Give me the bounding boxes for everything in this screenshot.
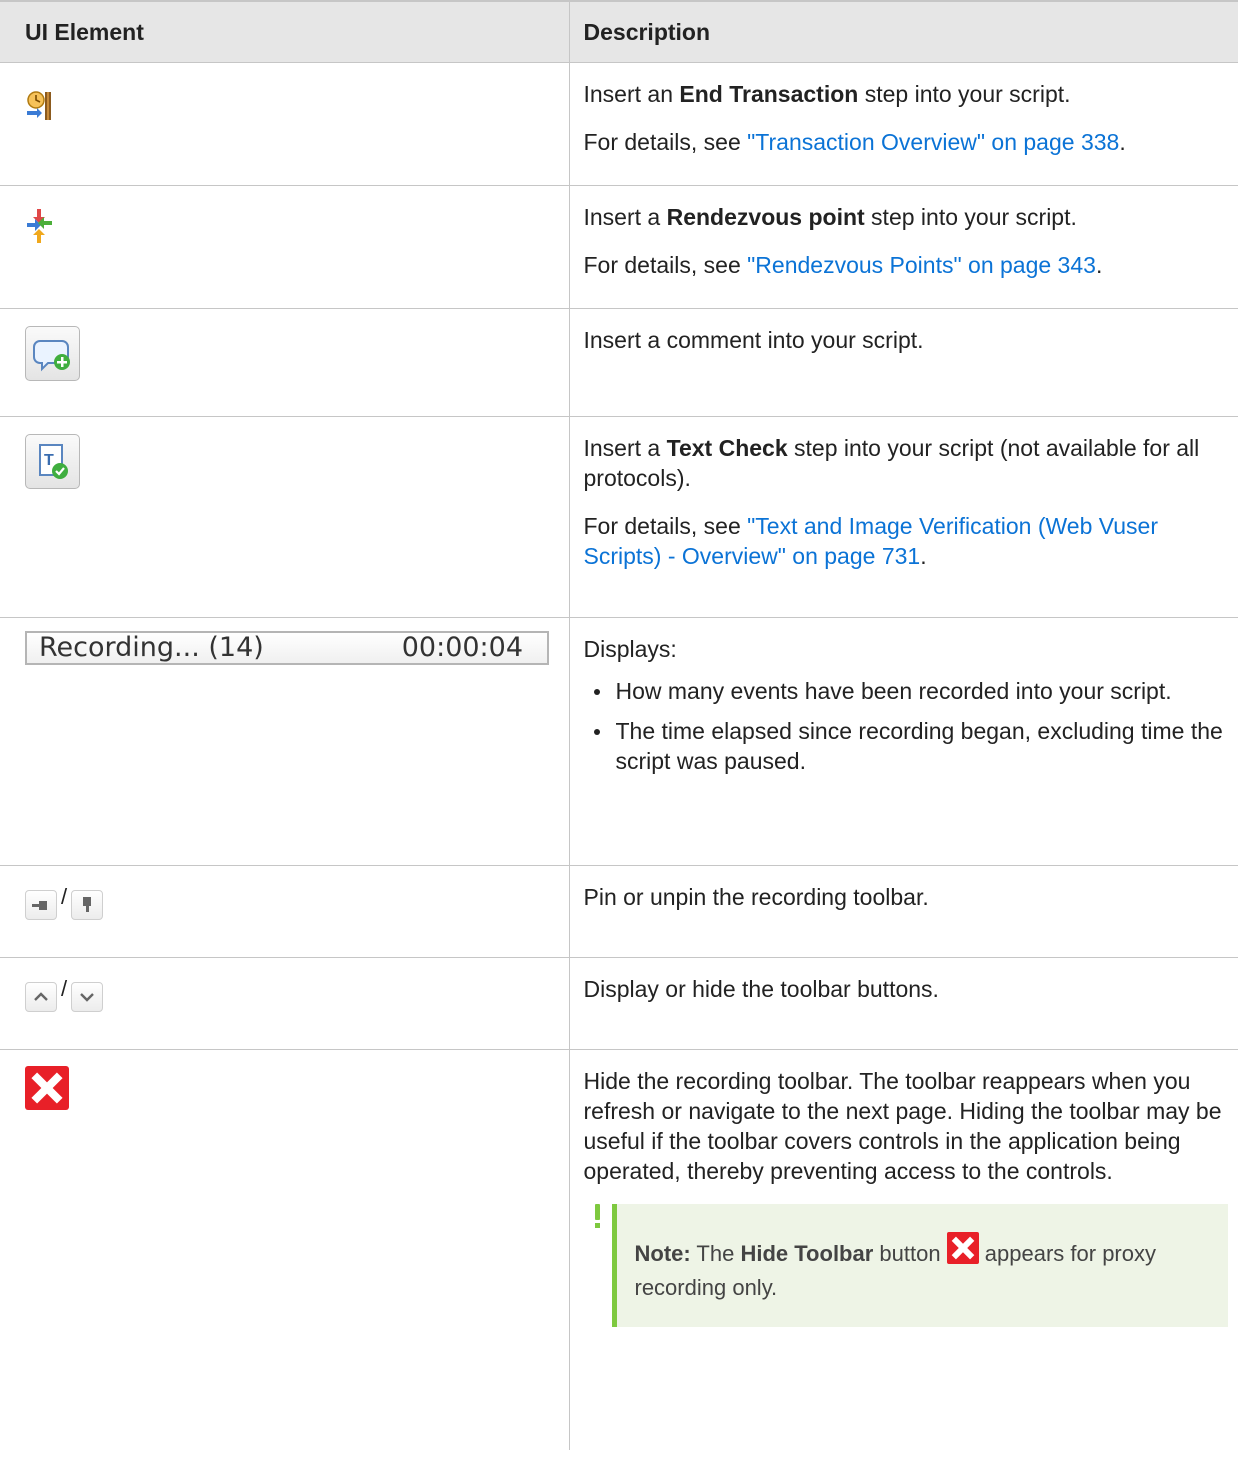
- description-cell: Insert a Text Check step into your scrip…: [568, 416, 1238, 618]
- desc-text: Insert a comment into your script.: [583, 327, 924, 353]
- svg-text:T: T: [44, 452, 54, 469]
- description-cell: Hide the recording toolbar. The toolbar …: [568, 1049, 1238, 1450]
- text-check-icon: T: [25, 434, 80, 489]
- table-row: Insert a comment into your script.: [0, 308, 1238, 417]
- note-bold: Hide Toolbar: [740, 1241, 874, 1266]
- ui-element-cell: [0, 62, 569, 186]
- ui-elements-table-wrapper: UI Element Description Insert an End Tra…: [0, 0, 1238, 1450]
- rendezvous-points-link[interactable]: "Rendezvous Points" on page 343: [747, 252, 1096, 278]
- recording-elapsed-time: 00:00:04: [401, 632, 523, 663]
- table-row: Hide the recording toolbar. The toolbar …: [0, 1049, 1238, 1450]
- note-exclamation-icon: [594, 1204, 600, 1228]
- close-icon: [25, 1066, 69, 1110]
- pin-icon: [25, 889, 57, 920]
- desc-text: Display or hide the toolbar buttons.: [583, 976, 939, 1002]
- ui-element-cell: [0, 1050, 569, 1450]
- recording-event-count: Recording... (14): [39, 632, 264, 663]
- note-box: Note: The Hide Toolbar button appears fo…: [570, 1204, 1228, 1327]
- desc-text: Insert a: [583, 435, 667, 461]
- table-header-row: UI Element Description: [0, 0, 1238, 63]
- table-row: Recording... (14) 00:00:04 Displays: How…: [0, 617, 1238, 866]
- desc-bold: Rendezvous point: [666, 204, 865, 230]
- desc-title: Displays:: [583, 636, 677, 662]
- recording-status-display: Recording... (14) 00:00:04: [25, 631, 549, 665]
- table-row: / Display or hide the toolbar buttons.: [0, 957, 1238, 1050]
- chevron-down-icon: [71, 981, 104, 1012]
- ui-element-cell: Recording... (14) 00:00:04: [0, 617, 569, 866]
- chevron-up-icon: [25, 981, 57, 1012]
- description-cell: Insert a comment into your script.: [568, 308, 1238, 417]
- details-prefix: For details, see: [583, 252, 748, 278]
- rendezvous-point-icon: [25, 207, 53, 252]
- note-text: The: [690, 1241, 741, 1266]
- table-row: Insert an End Transaction step into your…: [0, 62, 1238, 186]
- description-cell: Display or hide the toolbar buttons.: [568, 957, 1238, 1050]
- ui-elements-table: UI Element Description Insert an End Tra…: [0, 0, 1238, 1450]
- table-row: T Insert a Text Check step into your scr…: [0, 416, 1238, 618]
- separator: /: [61, 976, 68, 1001]
- end-transaction-icon: [25, 88, 53, 129]
- desc-text: step into your script.: [858, 81, 1071, 107]
- separator: /: [61, 884, 68, 909]
- close-icon: [946, 1232, 979, 1264]
- ui-element-cell: /: [0, 957, 569, 1050]
- table-row: Insert a Rendezvous point step into your…: [0, 185, 1238, 309]
- ui-element-cell: [0, 185, 569, 309]
- note-label: Note:: [634, 1241, 691, 1266]
- description-cell: Pin or unpin the recording toolbar.: [568, 865, 1238, 958]
- note-text: button: [873, 1241, 947, 1266]
- ui-element-cell: /: [0, 865, 569, 958]
- header-description: Description: [568, 0, 1238, 63]
- transaction-overview-link[interactable]: "Transaction Overview" on page 338: [747, 129, 1119, 155]
- table-row: / Pin or unpin the recording toolbar.: [0, 865, 1238, 958]
- desc-bold: End Transaction: [679, 81, 859, 107]
- description-cell: Insert an End Transaction step into your…: [568, 62, 1238, 186]
- details-suffix: .: [920, 543, 927, 569]
- details-prefix: For details, see: [583, 513, 748, 539]
- description-cell: Displays: How many events have been reco…: [568, 617, 1238, 866]
- note-panel: Note: The Hide Toolbar button appears fo…: [611, 1204, 1228, 1327]
- desc-text: Hide the recording toolbar. The toolbar …: [583, 1068, 1222, 1184]
- list-item: The time elapsed since recording began, …: [593, 716, 1229, 776]
- desc-text: Pin or unpin the recording toolbar.: [583, 884, 929, 910]
- ui-element-cell: [0, 308, 569, 417]
- unpin-icon: [71, 889, 104, 920]
- details-suffix: .: [1095, 252, 1103, 278]
- desc-text: Insert an: [583, 81, 680, 107]
- list-item: How many events have been recorded into …: [593, 676, 1229, 706]
- header-ui-element: UI Element: [0, 0, 569, 63]
- desc-text: Insert a: [583, 204, 667, 230]
- details-prefix: For details, see: [583, 129, 748, 155]
- bullet-list: How many events have been recorded into …: [584, 676, 1229, 776]
- desc-bold: Text Check: [666, 435, 788, 461]
- description-cell: Insert a Rendezvous point step into your…: [568, 185, 1238, 309]
- ui-element-cell: T: [0, 416, 569, 618]
- details-suffix: .: [1119, 129, 1126, 155]
- insert-comment-icon: [25, 326, 80, 381]
- desc-text: step into your script.: [864, 204, 1077, 230]
